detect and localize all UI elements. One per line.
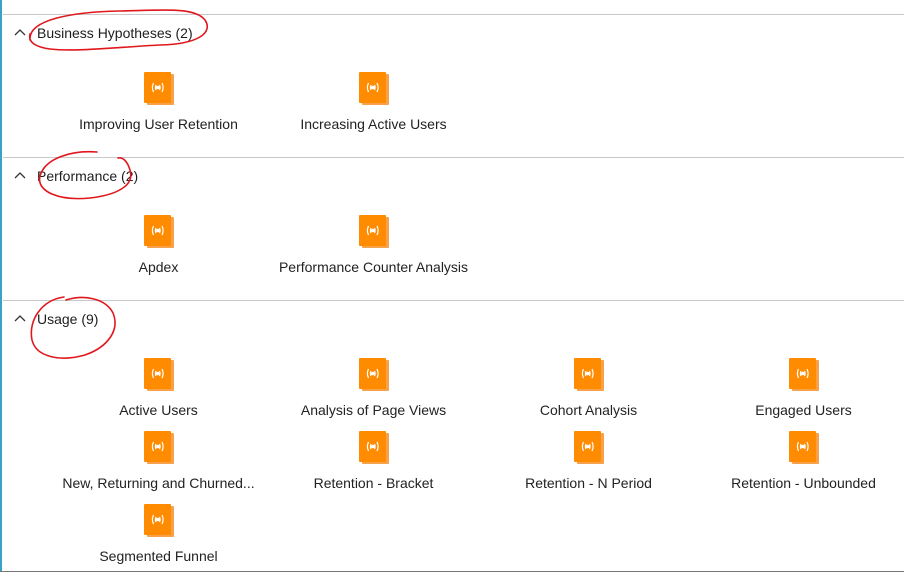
workbook-tile-cohort-analysis[interactable]: Cohort Analysis	[481, 358, 696, 430]
section-divider	[3, 300, 904, 301]
section-title: Business Hypotheses (2)	[37, 25, 193, 41]
workbook-book-icon	[358, 215, 390, 249]
workbook-tile-analysis-of-page-views[interactable]: Analysis of Page Views	[266, 358, 481, 430]
workbook-label: Analysis of Page Views	[300, 402, 447, 418]
workbook-gallery: Business Hypotheses (2) Improving User R…	[0, 0, 904, 572]
workbook-tile-active-users[interactable]: Active Users	[51, 358, 266, 430]
workbook-book-icon	[573, 431, 605, 465]
workbook-book-icon	[788, 431, 820, 465]
workbook-label: Retention - Unbounded	[731, 475, 876, 491]
workbook-label: Cohort Analysis	[539, 402, 638, 418]
workbook-label: Apdex	[138, 259, 179, 275]
chevron-up-icon[interactable]	[13, 26, 27, 40]
workbook-label: Retention - N Period	[525, 475, 652, 491]
workbook-book-icon	[143, 431, 175, 465]
chevron-up-icon[interactable]	[13, 312, 27, 326]
workbook-tile-increasing-active-users[interactable]: Increasing Active Users	[266, 72, 481, 144]
section-usage: Usage (9) Active Users Analysis of Page …	[3, 300, 904, 572]
workbook-label: Active Users	[119, 402, 198, 418]
workbook-label: Engaged Users	[755, 402, 852, 418]
section-header-usage[interactable]: Usage (9)	[13, 309, 98, 329]
workbook-book-icon	[143, 215, 175, 249]
section-business-hypotheses: Business Hypotheses (2) Improving User R…	[3, 14, 904, 157]
workbook-book-icon	[143, 72, 175, 106]
workbook-label: Improving User Retention	[79, 116, 238, 132]
workbook-tile-retention-bracket[interactable]: Retention - Bracket	[266, 431, 481, 503]
workbook-tile-apdex[interactable]: Apdex	[51, 215, 266, 287]
left-border	[0, 0, 2, 572]
workbook-book-icon	[788, 358, 820, 392]
workbook-tile-new-returning-churned[interactable]: New, Returning and Churned...	[51, 431, 266, 503]
workbook-book-icon	[358, 431, 390, 465]
section-title: Usage (9)	[37, 311, 99, 327]
section-title: Performance (2)	[37, 168, 139, 184]
workbook-label: Retention - Bracket	[313, 475, 434, 491]
workbook-tile-retention-unbounded[interactable]: Retention - Unbounded	[696, 431, 904, 503]
section-divider	[3, 14, 904, 15]
workbook-book-icon	[358, 72, 390, 106]
workbook-tile-retention-n-period[interactable]: Retention - N Period	[481, 431, 696, 503]
workbook-label: Segmented Funnel	[99, 548, 218, 564]
section-header-performance[interactable]: Performance (2)	[13, 166, 138, 186]
workbook-label: Increasing Active Users	[300, 116, 447, 132]
workbook-tile-improving-user-retention[interactable]: Improving User Retention	[51, 72, 266, 144]
workbook-tile-segmented-funnel[interactable]: Segmented Funnel	[51, 504, 266, 576]
workbook-tile-performance-counter-analysis[interactable]: Performance Counter Analysis	[266, 215, 481, 287]
section-performance: Performance (2) Apdex Performance Counte…	[3, 157, 904, 300]
workbook-book-icon	[143, 504, 175, 538]
workbook-tile-engaged-users[interactable]: Engaged Users	[696, 358, 904, 430]
workbook-book-icon	[573, 358, 605, 392]
workbook-book-icon	[358, 358, 390, 392]
section-divider	[3, 157, 904, 158]
chevron-up-icon[interactable]	[13, 169, 27, 183]
section-header-business-hypotheses[interactable]: Business Hypotheses (2)	[13, 23, 193, 43]
workbook-label: New, Returning and Churned...	[62, 475, 255, 491]
workbook-book-icon	[143, 358, 175, 392]
workbook-label: Performance Counter Analysis	[278, 259, 469, 275]
